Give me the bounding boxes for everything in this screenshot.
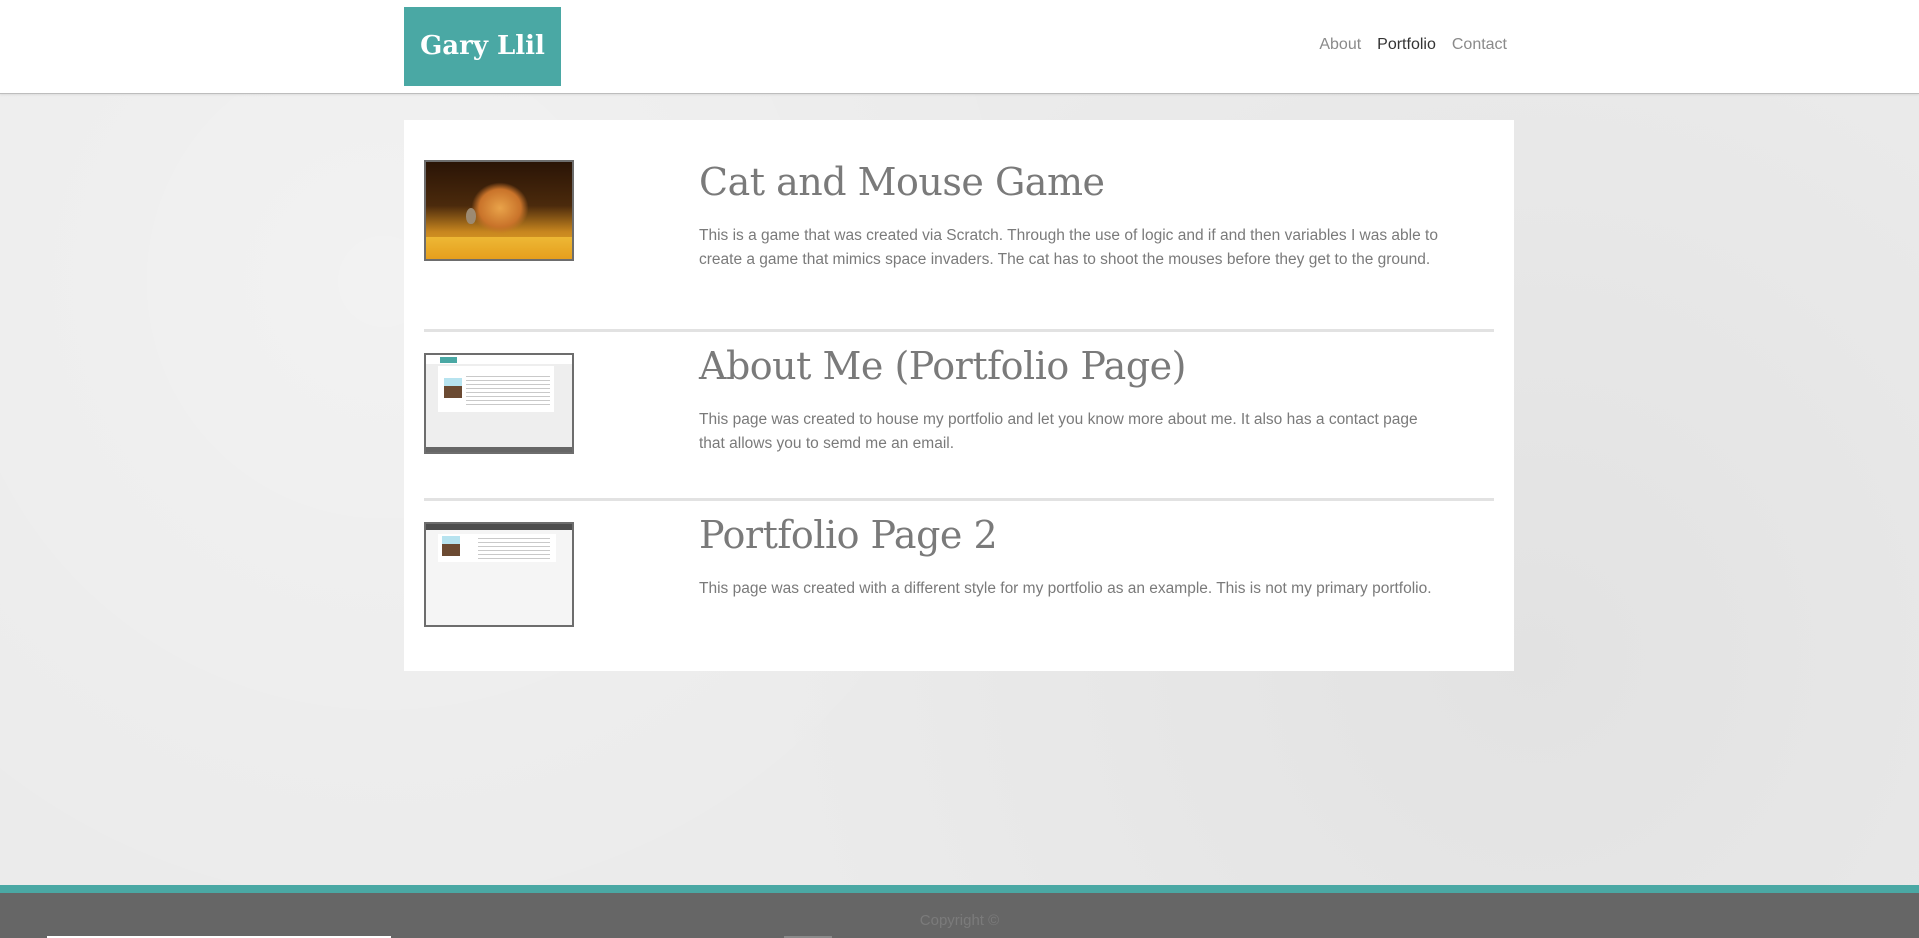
main-nav: About Portfolio Contact <box>1319 36 1507 54</box>
project-description: This is a game that was created via Scra… <box>699 227 1438 268</box>
nav-portfolio-link[interactable]: Portfolio <box>1377 36 1436 54</box>
footer-accent-stripe <box>0 885 1919 893</box>
thumbnail-footer <box>426 447 572 452</box>
project-divider <box>424 498 1494 501</box>
project-item: Portfolio Page 2 This page was created w… <box>424 513 1494 632</box>
project-item: Cat and Mouse Game This is a game that w… <box>424 160 1494 300</box>
project-title: Cat and Mouse Game <box>699 160 1105 204</box>
portfolio-page-2-thumbnail[interactable] <box>424 522 574 627</box>
project-description: This page was created to house my portfo… <box>699 411 1418 452</box>
project-title: Portfolio Page 2 <box>699 513 998 557</box>
about-me-page-thumbnail[interactable] <box>424 353 574 454</box>
thumbnail-text-lines <box>478 538 550 560</box>
project-item: About Me (Portfolio Page) This page was … <box>424 344 1494 463</box>
project-divider <box>424 329 1494 332</box>
copyright-text: Copyright © <box>919 912 1000 929</box>
thumbnail-avatar <box>444 378 462 398</box>
site-header: Gary Llil About Portfolio Contact <box>0 0 1919 94</box>
thumbnail-avatar <box>442 536 460 556</box>
thumbnail-floor <box>426 237 572 259</box>
thumbnail-text-lines <box>466 376 550 406</box>
thumbnail-logo <box>440 357 457 363</box>
cat-mouse-game-thumbnail[interactable] <box>424 160 574 261</box>
site-footer: Copyright © <box>0 893 1919 938</box>
thumbnail-header-bar <box>426 524 572 530</box>
nav-contact-link[interactable]: Contact <box>1452 36 1507 54</box>
mouse-figure <box>466 208 476 224</box>
portfolio-panel: Cat and Mouse Game This is a game that w… <box>404 120 1514 671</box>
nav-about-link[interactable]: About <box>1319 36 1361 54</box>
site-logo[interactable]: Gary Llil <box>404 7 561 86</box>
project-title: About Me (Portfolio Page) <box>699 344 1186 388</box>
project-description: This page was created with a different s… <box>699 580 1432 597</box>
